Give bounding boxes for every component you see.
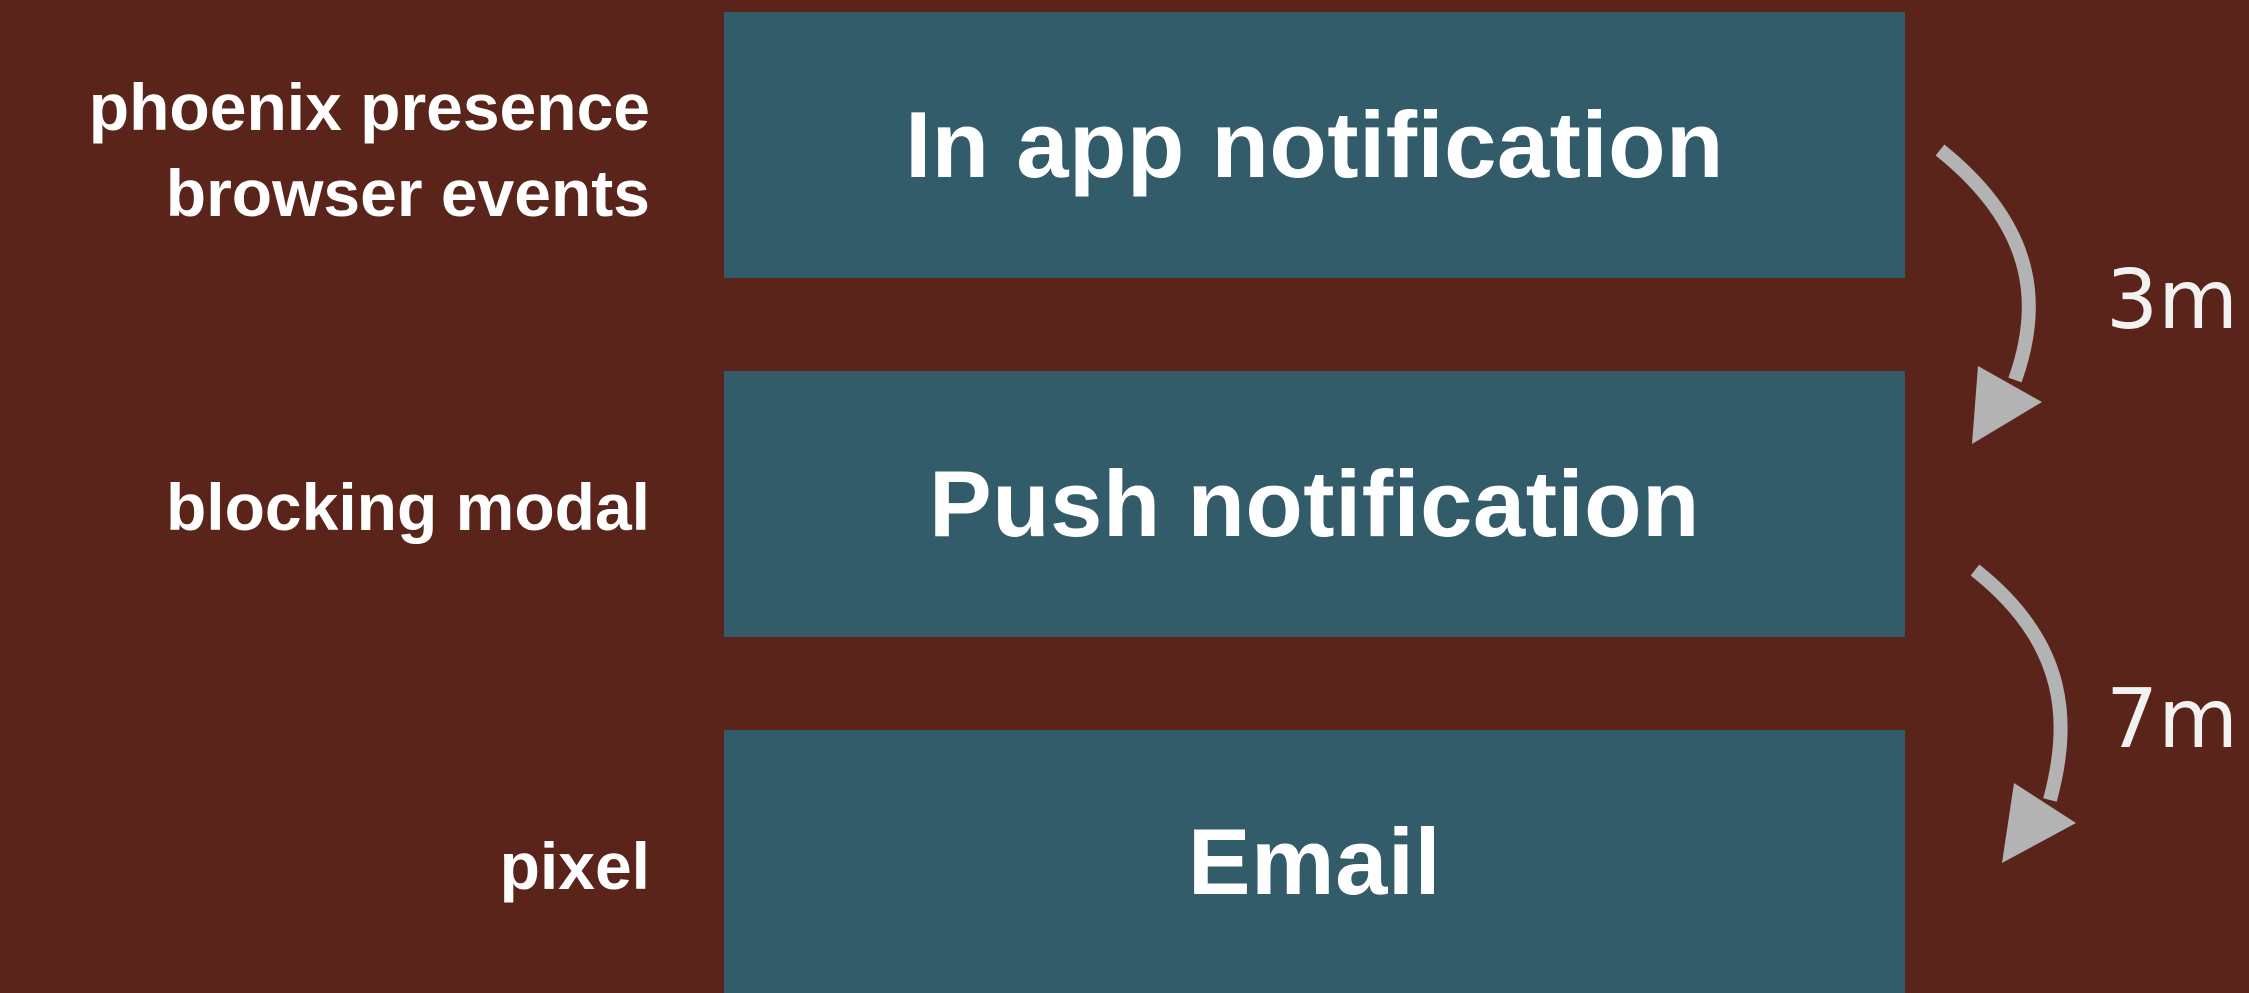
detection-label-push: blocking modal xyxy=(166,464,650,550)
detection-line: phoenix presence xyxy=(88,70,650,144)
detection-line: pixel xyxy=(499,829,650,903)
detection-label-in-app: phoenix presence browser events xyxy=(89,64,650,236)
detection-line: browser events xyxy=(165,156,650,230)
curved-down-arrow-icon xyxy=(1935,144,2042,444)
curved-down-arrow-icon xyxy=(1970,564,2076,863)
channel-box-push: Push notification xyxy=(724,371,1905,637)
channel-box-email: Email xyxy=(724,730,1905,993)
detection-line: blocking modal xyxy=(165,470,650,544)
escalation-delay-1: 3m xyxy=(2106,253,2239,348)
channel-title-in-app: In app notification xyxy=(905,92,1724,197)
escalation-delay-2: 7m xyxy=(2106,672,2239,767)
notification-escalation-diagram: In app notification Push notification Em… xyxy=(0,0,2249,993)
channel-title-push: Push notification xyxy=(929,451,1700,556)
channel-title-email: Email xyxy=(1187,808,1442,914)
detection-label-email: pixel xyxy=(500,823,650,909)
channel-box-in-app: In app notification xyxy=(724,12,1905,278)
